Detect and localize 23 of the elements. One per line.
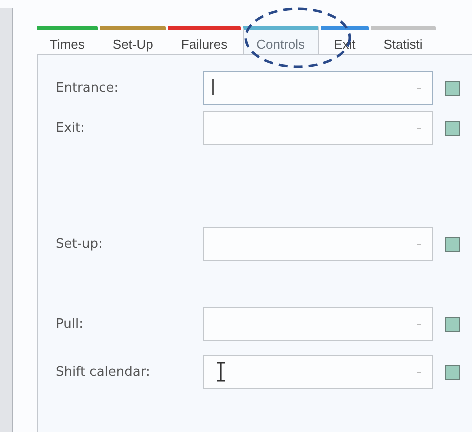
text-caret <box>212 79 214 95</box>
checkbox[interactable] <box>445 364 460 380</box>
field-button[interactable]: – <box>416 318 422 330</box>
field-button[interactable]: – <box>416 366 422 378</box>
checkbox[interactable] <box>445 120 460 136</box>
text-cursor-icon <box>216 362 226 382</box>
field-label: Set-up: <box>56 236 104 252</box>
field-label: Pull: <box>56 316 84 332</box>
input-field[interactable]: – <box>203 227 433 261</box>
field-label: Shift calendar: <box>56 364 152 380</box>
field-label: Exit: <box>56 120 86 136</box>
checkbox[interactable] <box>445 236 460 252</box>
input-field[interactable]: – <box>203 71 433 105</box>
checkbox[interactable] <box>445 316 460 332</box>
input-field[interactable]: – <box>203 355 433 389</box>
input-field[interactable]: – <box>203 307 433 341</box>
input-field[interactable]: – <box>203 111 433 145</box>
field-button[interactable]: – <box>416 122 422 134</box>
field-button[interactable]: – <box>416 238 422 250</box>
checkbox[interactable] <box>445 80 460 96</box>
tab[interactable]: Controls <box>242 26 320 55</box>
field-label: Entrance: <box>56 80 120 96</box>
field-button[interactable]: – <box>416 82 422 94</box>
